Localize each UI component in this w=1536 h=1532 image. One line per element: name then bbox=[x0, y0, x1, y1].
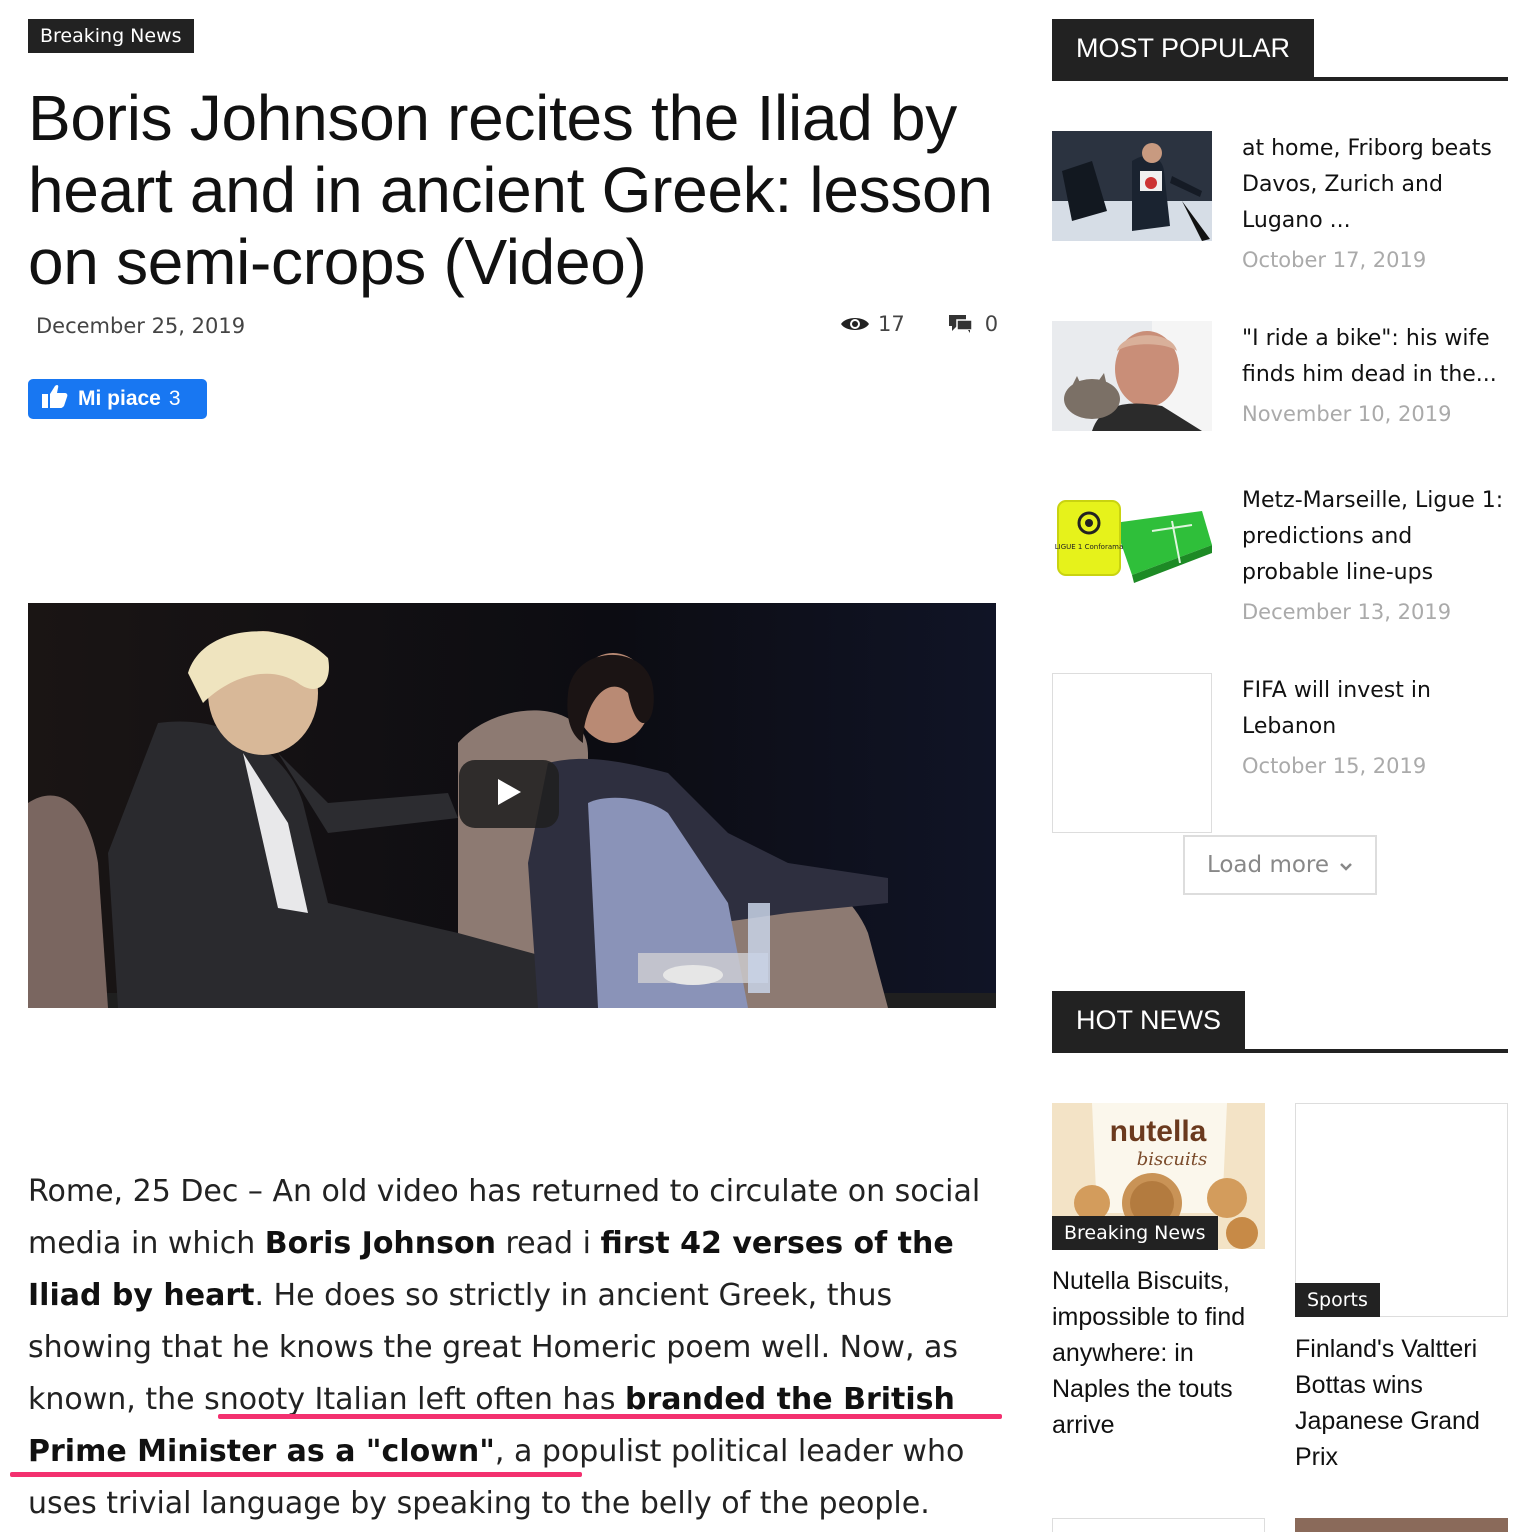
hot-news-title[interactable]: Nutella Biscuits, impossible to find any… bbox=[1052, 1263, 1265, 1443]
most-popular-header: MOST POPULAR bbox=[1052, 19, 1508, 81]
like-count: 3 bbox=[168, 387, 181, 410]
popular-date: October 17, 2019 bbox=[1242, 248, 1427, 272]
popular-thumbnail[interactable] bbox=[1052, 321, 1212, 431]
highlight-underline bbox=[10, 1472, 582, 1477]
popular-date: October 15, 2019 bbox=[1242, 754, 1427, 778]
thumbs-up-icon bbox=[42, 384, 68, 414]
comments-count: 0 bbox=[984, 312, 999, 336]
popular-item[interactable]: at home, Friborg beats Davos, Zurich and… bbox=[1052, 131, 1508, 281]
eye-icon bbox=[840, 315, 870, 333]
popular-item[interactable]: "I ride a bike": his wife finds him dead… bbox=[1052, 321, 1508, 441]
hot-news-category[interactable]: Sports bbox=[1295, 1283, 1380, 1317]
highlight-underline bbox=[218, 1414, 1002, 1419]
hot-news-header: HOT NEWS bbox=[1052, 991, 1508, 1053]
load-more-button[interactable]: Load more bbox=[1183, 835, 1377, 895]
popular-title[interactable]: FIFA will invest in Lebanon bbox=[1242, 673, 1508, 745]
popular-item[interactable]: LIGUE 1 Conforama Metz-Marseille, Ligue … bbox=[1052, 483, 1508, 633]
like-label: Mi piace bbox=[78, 387, 161, 410]
play-icon bbox=[496, 778, 522, 811]
article-stats: 17 0 bbox=[840, 312, 998, 336]
views-count: 17 bbox=[878, 312, 905, 336]
popular-thumbnail-placeholder[interactable] bbox=[1052, 673, 1212, 833]
hot-news-title: HOT NEWS bbox=[1052, 991, 1246, 1049]
popular-date: November 10, 2019 bbox=[1242, 402, 1452, 426]
popular-title[interactable]: "I ride a bike": his wife finds him dead… bbox=[1242, 321, 1508, 393]
hot-news-thumbnail-placeholder[interactable] bbox=[1052, 1518, 1265, 1532]
hot-news-title[interactable]: Finland's Valtteri Bottas wins Japanese … bbox=[1295, 1331, 1508, 1475]
popular-title[interactable]: Metz-Marseille, Ligue 1: predictions and… bbox=[1242, 483, 1508, 591]
hot-news-card[interactable]: Sports Finland's Valtteri Bottas wins Ja… bbox=[1295, 1103, 1508, 1473]
body-bold-1: Boris Johnson bbox=[264, 1226, 496, 1261]
body-text-2: read i bbox=[495, 1226, 601, 1261]
nutella-logo-sub: biscuits bbox=[1137, 1149, 1207, 1170]
chevron-down-icon bbox=[1339, 852, 1353, 878]
popular-item[interactable]: FIFA will invest in Lebanon October 15, … bbox=[1052, 673, 1508, 833]
category-badge[interactable]: Breaking News bbox=[28, 19, 194, 53]
ligue-logo-text: LIGUE 1 Conforama bbox=[1055, 543, 1123, 551]
hot-news-thumbnail[interactable] bbox=[1295, 1518, 1508, 1532]
nutella-logo: nutella bbox=[1110, 1115, 1207, 1148]
hot-news-card[interactable]: nutella biscuits Breaking News Nutella B… bbox=[1052, 1103, 1265, 1443]
popular-thumbnail[interactable] bbox=[1052, 131, 1212, 241]
comments-icon[interactable] bbox=[948, 314, 973, 334]
facebook-like-button[interactable]: Mi piace 3 bbox=[28, 379, 207, 419]
popular-date: December 13, 2019 bbox=[1242, 600, 1452, 624]
popular-title[interactable]: at home, Friborg beats Davos, Zurich and… bbox=[1242, 131, 1508, 239]
popular-thumbnail[interactable]: LIGUE 1 Conforama bbox=[1052, 483, 1212, 593]
load-more-label: Load more bbox=[1206, 852, 1330, 878]
hot-news-category[interactable]: Breaking News bbox=[1052, 1216, 1218, 1250]
play-button[interactable] bbox=[459, 760, 559, 828]
article-date: December 25, 2019 bbox=[36, 314, 246, 338]
article-title: Boris Johnson recites the Iliad by heart… bbox=[28, 82, 993, 298]
most-popular-title: MOST POPULAR bbox=[1052, 19, 1315, 77]
